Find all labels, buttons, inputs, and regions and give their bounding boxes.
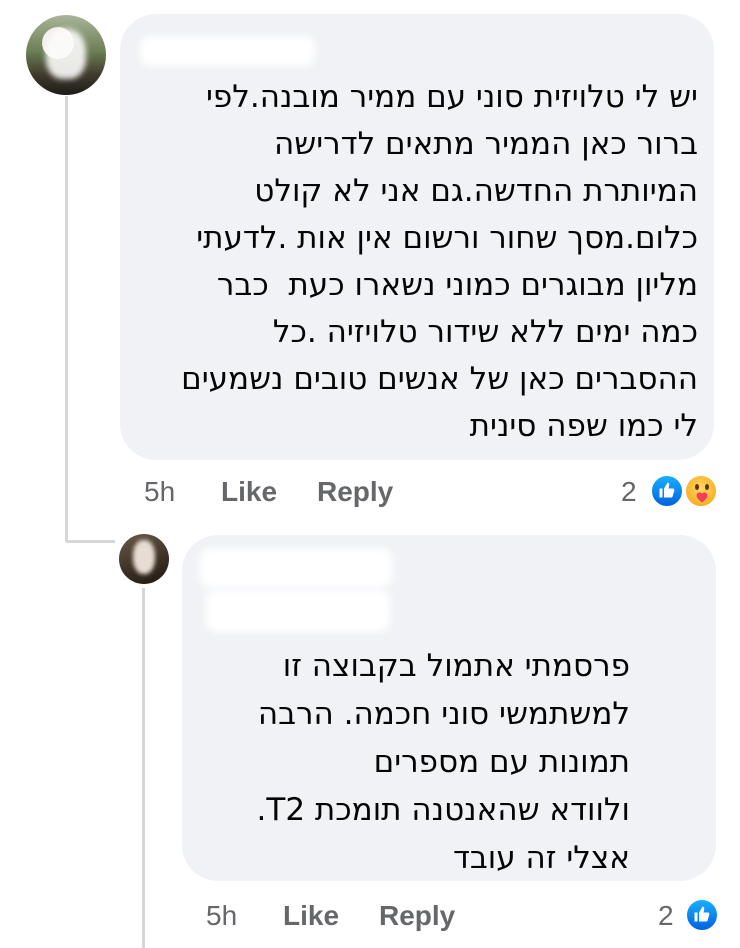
reply-text: פרסמתי אתמול בקבוצה זו למשתמשי סוני חכמה… — [256, 648, 630, 876]
reply-name-redacted[interactable] — [200, 548, 392, 588]
reply-reply-button[interactable]: Reply — [379, 900, 455, 932]
comment-reaction-count[interactable]: 2 — [621, 476, 637, 508]
commenter-name-redacted[interactable] — [140, 36, 315, 66]
comment-timestamp[interactable]: 5h — [144, 476, 175, 508]
like-icon[interactable] — [685, 898, 719, 932]
reply-name-redacted-2 — [206, 590, 390, 632]
thread-line-reply — [142, 588, 145, 948]
comment-text: יש לי טלויזית סוני עם ממיר מובנה.לפי ברו… — [181, 79, 698, 444]
reply-like-button[interactable]: Like — [283, 900, 339, 932]
like-icon[interactable] — [650, 474, 684, 508]
reply-timestamp[interactable]: 5h — [206, 900, 237, 932]
comment-reply-button[interactable]: Reply — [317, 476, 393, 508]
comment-like-button[interactable]: Like — [221, 476, 277, 508]
reply-reaction-count[interactable]: 2 — [658, 900, 674, 932]
thread-line-curve — [65, 540, 115, 543]
reply-avatar[interactable] — [119, 534, 169, 584]
care-icon[interactable] — [684, 474, 718, 508]
commenter-avatar[interactable] — [26, 15, 106, 95]
thread-line-main — [65, 96, 68, 542]
